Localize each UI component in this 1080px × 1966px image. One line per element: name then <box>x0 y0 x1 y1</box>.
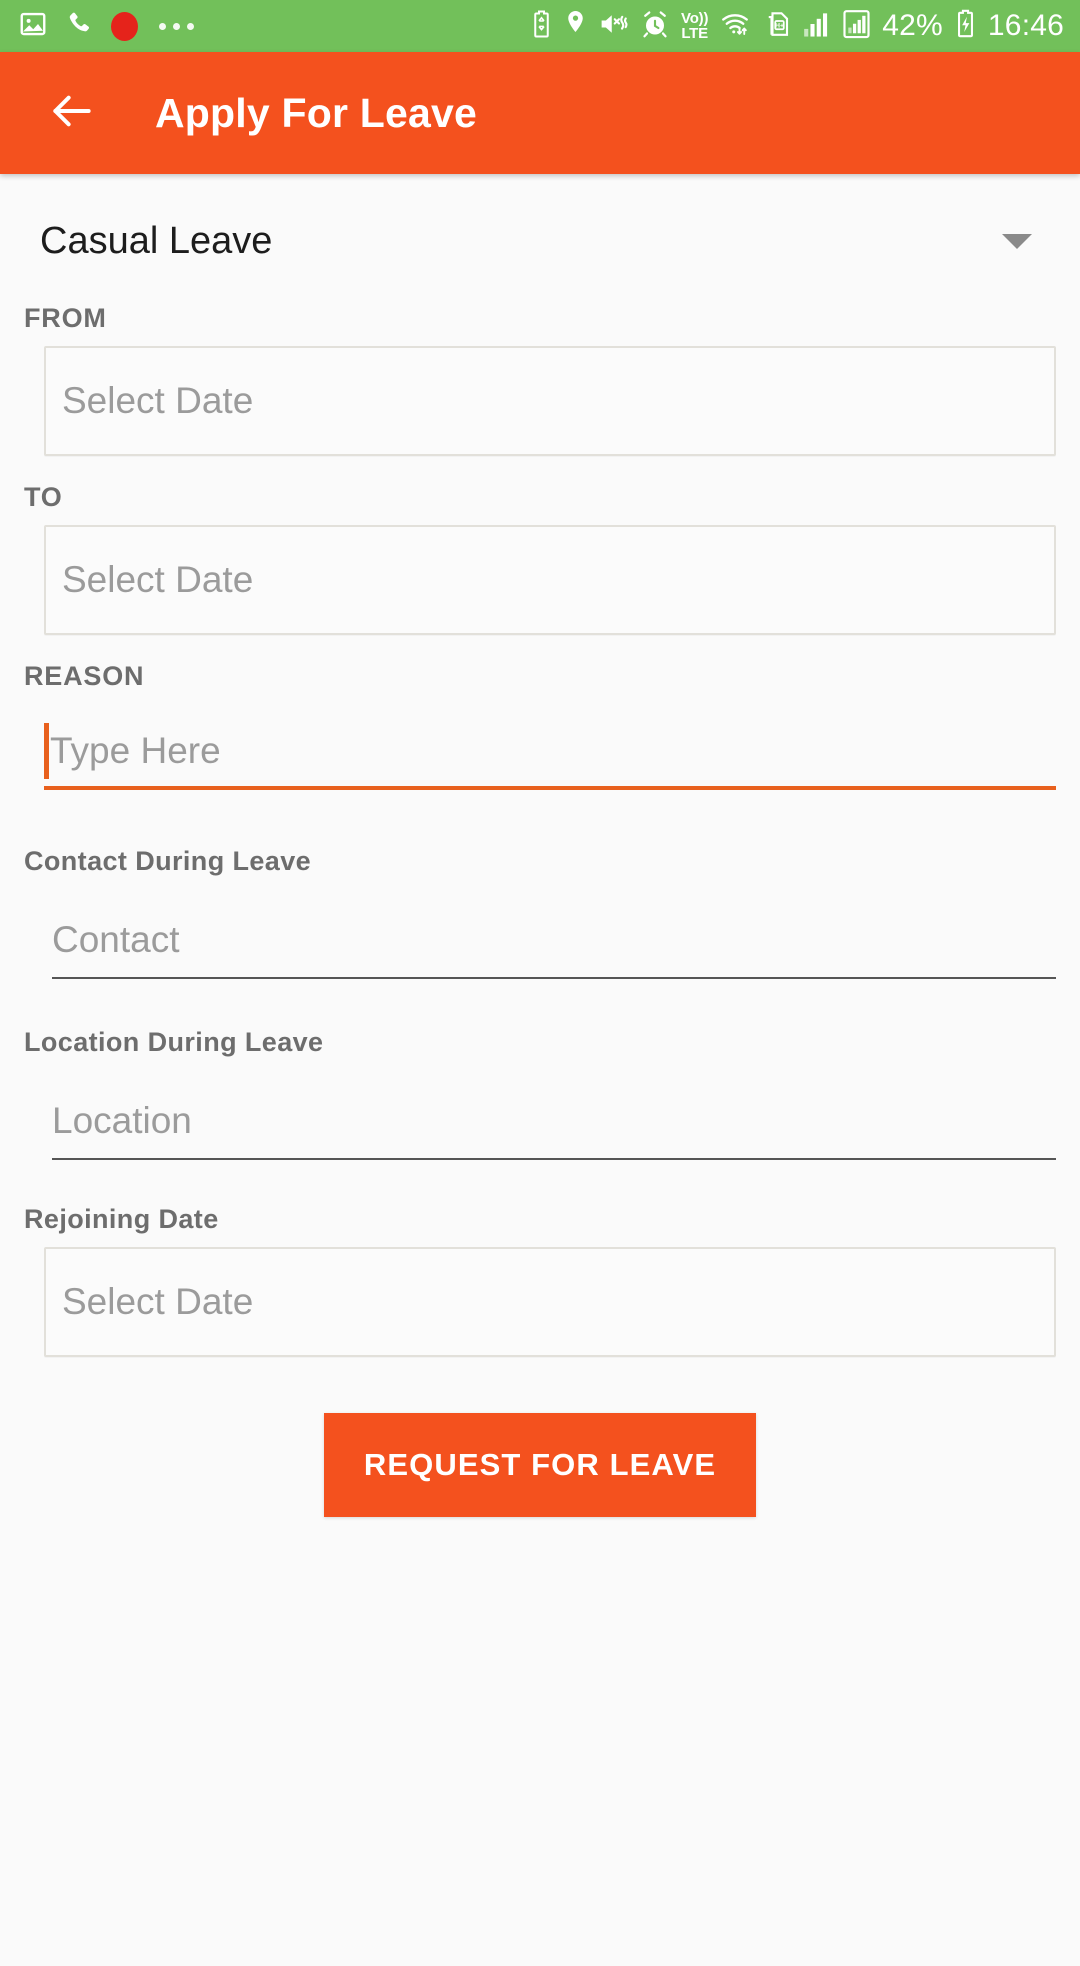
from-label: FROM <box>24 303 107 333</box>
status-bar-right-icons: Vo)) LTE H+ 42% 16:46 <box>530 8 1064 44</box>
location-underline <box>52 1158 1056 1160</box>
to-date-input[interactable]: Select Date <box>44 525 1056 635</box>
battery-charging-icon <box>954 8 977 44</box>
request-for-leave-button[interactable]: REQUEST FOR LEAVE <box>324 1413 756 1517</box>
to-field-group: TO Select Date <box>24 482 1056 635</box>
location-icon <box>564 9 587 44</box>
volume-mute-vibrate-icon <box>598 9 629 44</box>
battery-saver-icon <box>530 9 553 44</box>
reason-placeholder: Type Here <box>50 730 221 771</box>
clock-label: 16:46 <box>987 9 1064 42</box>
volte-line-2: LTE <box>681 25 708 42</box>
text-cursor-icon <box>44 723 49 779</box>
leave-type-spinner[interactable]: Casual Leave <box>24 220 1056 263</box>
alarm-clock-icon <box>640 9 670 44</box>
contact-label: Contact During Leave <box>24 846 312 876</box>
reason-underline <box>44 786 1056 790</box>
volte-line-1: Vo)) <box>681 10 709 27</box>
sim-hplus-icon: H+ <box>762 9 792 44</box>
page-title: Apply For Leave <box>155 89 477 136</box>
to-label: TO <box>24 482 63 512</box>
svg-text:H+: H+ <box>775 22 784 29</box>
back-arrow-icon <box>47 86 97 141</box>
from-field-group: FROM Select Date <box>24 303 1056 456</box>
status-bar: Vo)) LTE H+ 42% 16:46 <box>0 0 1080 52</box>
from-date-input[interactable]: Select Date <box>44 346 1056 456</box>
location-placeholder: Location <box>52 1100 192 1141</box>
form-content: Casual Leave FROM Select Date TO Select … <box>0 220 1080 1966</box>
signal-bars-2-icon <box>842 9 871 44</box>
reason-field-group: REASON Type Here <box>24 661 1056 790</box>
rejoining-date-field-group: Rejoining Date Select Date <box>24 1204 1056 1357</box>
image-icon <box>18 9 48 44</box>
app-bar: Apply For Leave <box>0 52 1080 174</box>
rejoining-date-input[interactable]: Select Date <box>44 1247 1056 1357</box>
volte-icon: Vo)) LTE <box>681 11 708 41</box>
back-button[interactable] <box>40 81 104 145</box>
location-input[interactable]: Location <box>52 1082 1056 1160</box>
leave-type-value: Casual Leave <box>40 220 273 262</box>
reason-label: REASON <box>24 661 145 691</box>
contact-underline <box>52 977 1056 979</box>
contact-field-group: Contact During Leave Contact <box>24 846 1056 979</box>
from-date-placeholder: Select Date <box>62 380 254 421</box>
battery-percent-label: 42% <box>882 9 943 42</box>
status-bar-left-icons <box>18 9 194 44</box>
submit-button-row: REQUEST FOR LEAVE <box>24 1413 1056 1517</box>
recording-dot-icon <box>111 11 138 41</box>
contact-placeholder: Contact <box>52 919 180 960</box>
reason-input[interactable]: Type Here <box>44 712 1056 790</box>
contact-input[interactable]: Contact <box>52 901 1056 979</box>
rejoining-date-label: Rejoining Date <box>24 1204 219 1234</box>
wifi-data-transfer-icon <box>719 9 751 44</box>
rejoining-date-placeholder: Select Date <box>62 1281 254 1322</box>
location-field-group: Location During Leave Location <box>24 1027 1056 1160</box>
phone-call-icon <box>65 9 94 43</box>
location-label: Location During Leave <box>24 1027 324 1057</box>
chevron-down-icon <box>1002 234 1032 249</box>
signal-bars-1-icon <box>803 9 831 44</box>
to-date-placeholder: Select Date <box>62 559 254 600</box>
more-dots-icon <box>159 22 194 30</box>
